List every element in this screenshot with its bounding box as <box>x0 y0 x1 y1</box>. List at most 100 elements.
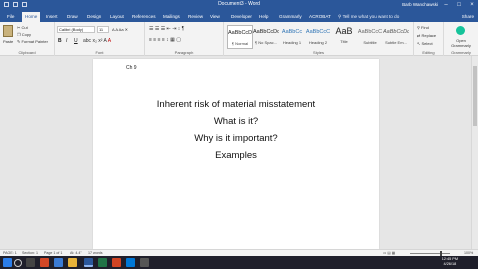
doc-line-3: Why is it important? <box>194 133 278 144</box>
maximize-button[interactable]: □ <box>455 1 463 9</box>
style-name: Heading 2 <box>308 40 328 45</box>
copy-label: Copy <box>21 32 32 37</box>
document-page[interactable]: Ch 9 Inherent risk of material misstatem… <box>93 59 379 249</box>
list-icons[interactable]: ☰ ☰ ☰ ⇤ ⇥ ↕ ¶ <box>149 26 184 32</box>
window-controls: – □ × <box>442 1 476 9</box>
style-name: ¶ No Spac... <box>255 40 277 45</box>
font-group: Calibri (Body) 11 A A Aa ✕ B I U abc x₂ … <box>55 22 145 56</box>
grow-font-icon[interactable]: A A Aa ✕ <box>112 27 128 32</box>
style-preview: AaBbCc <box>281 29 303 35</box>
close-button[interactable]: × <box>468 1 476 9</box>
tab-home[interactable]: Home <box>22 12 41 22</box>
tab-review[interactable]: Review <box>185 12 206 22</box>
style-preview: AaBbCcDc <box>253 29 279 35</box>
document-workspace: Ch 9 Inherent risk of material misstatem… <box>0 56 478 249</box>
font-effects-icons[interactable]: abc x₂ x² A A <box>83 38 111 44</box>
clock-date: 4/26/18 <box>443 262 457 266</box>
tab-mailings[interactable]: Mailings <box>160 12 183 22</box>
tab-references[interactable]: References <box>129 12 159 22</box>
word-icon[interactable] <box>84 258 93 267</box>
tell-me-search[interactable]: ⚲ Tell me what you want to do <box>338 12 399 22</box>
style-preview: AaBbCcC <box>305 29 331 35</box>
font-color-icon[interactable]: A <box>108 38 111 44</box>
style-name: ¶ Normal <box>231 41 249 46</box>
style-subtle-emphasis[interactable]: AaBbCcDc Subtle Em... <box>383 25 409 49</box>
system-clock[interactable]: 12:45 PM 4/26/18 <box>442 257 458 267</box>
style-preview: AaBbCcC <box>357 29 383 35</box>
tab-design[interactable]: Design <box>84 12 104 22</box>
tab-layout[interactable]: Layout <box>107 12 127 22</box>
tab-insert[interactable]: Insert <box>43 12 61 22</box>
style-preview: AaBbCcDc <box>383 29 409 35</box>
italic-button[interactable]: I <box>66 38 67 44</box>
style-heading-2[interactable]: AaBbCcC Heading 2 <box>305 25 331 49</box>
bold-button[interactable]: B <box>58 38 62 44</box>
style-preview: AaBbCcDc <box>228 30 252 36</box>
style-no-spacing[interactable]: AaBbCcDc ¶ No Spac... <box>253 25 279 49</box>
editing-label: Editing <box>422 50 435 55</box>
style-subtitle[interactable]: AaBbCcC Subtitle <box>357 25 383 49</box>
vertical-scrollbar[interactable] <box>471 56 478 249</box>
excel-icon[interactable] <box>98 258 107 267</box>
find-button[interactable]: ⚲ Find <box>417 25 429 30</box>
find-label: Find <box>421 25 429 30</box>
doc-line-1: Inherent risk of material misstatement <box>156 99 316 110</box>
grammarly-group: Open Grammarly Grammarly <box>444 22 478 56</box>
tab-file[interactable]: File <box>4 12 17 22</box>
taskbar: 12:45 PM 4/26/18 <box>0 256 478 269</box>
zoom-slider[interactable] <box>410 253 450 254</box>
user-name[interactable]: Barb Wanchawski <box>402 2 438 7</box>
tab-grammarly[interactable]: Grammarly <box>276 12 305 22</box>
tab-draw[interactable]: Draw <box>64 12 81 22</box>
doc-line-2: What is it? <box>213 116 259 127</box>
select-button[interactable]: ↖ Select <box>417 41 433 46</box>
cut-label: Cut <box>21 25 28 30</box>
minimize-button[interactable]: – <box>442 1 450 9</box>
tab-developer[interactable]: Developer <box>228 12 255 22</box>
tab-view[interactable]: View <box>207 12 223 22</box>
style-preview: AaB <box>335 26 353 36</box>
paragraph-label: Paragraph <box>174 50 194 55</box>
style-name: Heading 1 <box>282 40 302 45</box>
underline-button[interactable]: U <box>74 38 78 44</box>
format-painter-label: Format Painter <box>21 39 48 44</box>
paste-button[interactable]: Paste <box>3 39 13 44</box>
tab-acrobat[interactable]: ACROBAT <box>306 12 334 22</box>
scrollbar-thumb[interactable] <box>473 66 477 126</box>
copy-button[interactable]: ❐ Copy <box>17 32 31 37</box>
status-bar: PAGE: 1 Section: 1 Page 1 of 1 At: 4.4" … <box>0 249 478 256</box>
style-title[interactable]: AaB Title <box>331 25 357 49</box>
chapter-note: Ch 9 <box>126 65 137 71</box>
firefox-icon[interactable] <box>40 258 49 267</box>
styles-group: AaBbCcDc ¶ Normal AaBbCcDc ¶ No Spac... … <box>224 22 414 56</box>
clipboard-group: Paste ✂ Cut ❐ Copy ✎ Format Painter Clip… <box>0 22 55 56</box>
font-size-select[interactable]: 11 <box>97 26 109 33</box>
ribbon-tabs: File Home Insert Draw Design Layout Refe… <box>0 11 478 22</box>
outlook-icon[interactable] <box>126 258 135 267</box>
cortana-search-icon[interactable] <box>14 259 22 267</box>
task-view-icon[interactable] <box>26 258 35 267</box>
style-name: Subtitle <box>363 40 377 45</box>
paste-icon[interactable] <box>3 25 13 37</box>
styles-label: Styles <box>313 50 324 55</box>
style-heading-1[interactable]: AaBbCc Heading 1 <box>279 25 305 49</box>
powerpoint-icon[interactable] <box>112 258 121 267</box>
style-name: Subtle Em... <box>385 40 407 45</box>
doc-line-4: Examples <box>215 150 257 161</box>
open-grammarly-button[interactable]: Open Grammarly <box>446 38 476 48</box>
share-button[interactable]: Share <box>462 12 474 22</box>
cut-button[interactable]: ✂ Cut <box>17 25 28 30</box>
windows-start-icon[interactable] <box>3 258 12 267</box>
paragraph-group: ☰ ☰ ☰ ⇤ ⇥ ↕ ¶ ≡ ≡ ≡ ≡ ↕ ▦ ▢ Paragraph <box>145 22 224 56</box>
grammarly-icon[interactable] <box>456 26 465 35</box>
tab-help[interactable]: Help <box>256 12 271 22</box>
app-icon[interactable] <box>140 258 149 267</box>
format-painter-button[interactable]: ✎ Format Painter <box>17 39 48 44</box>
tell-me-label: Tell me what you want to do <box>342 14 400 19</box>
style-normal[interactable]: AaBbCcDc ¶ Normal <box>227 25 253 49</box>
replace-button[interactable]: ⇄ Replace <box>417 33 436 38</box>
align-icons[interactable]: ≡ ≡ ≡ ≡ ↕ ▦ ▢ <box>149 37 181 43</box>
edge-icon[interactable] <box>54 258 63 267</box>
file-explorer-icon[interactable] <box>68 258 77 267</box>
font-name-select[interactable]: Calibri (Body) <box>57 26 95 33</box>
